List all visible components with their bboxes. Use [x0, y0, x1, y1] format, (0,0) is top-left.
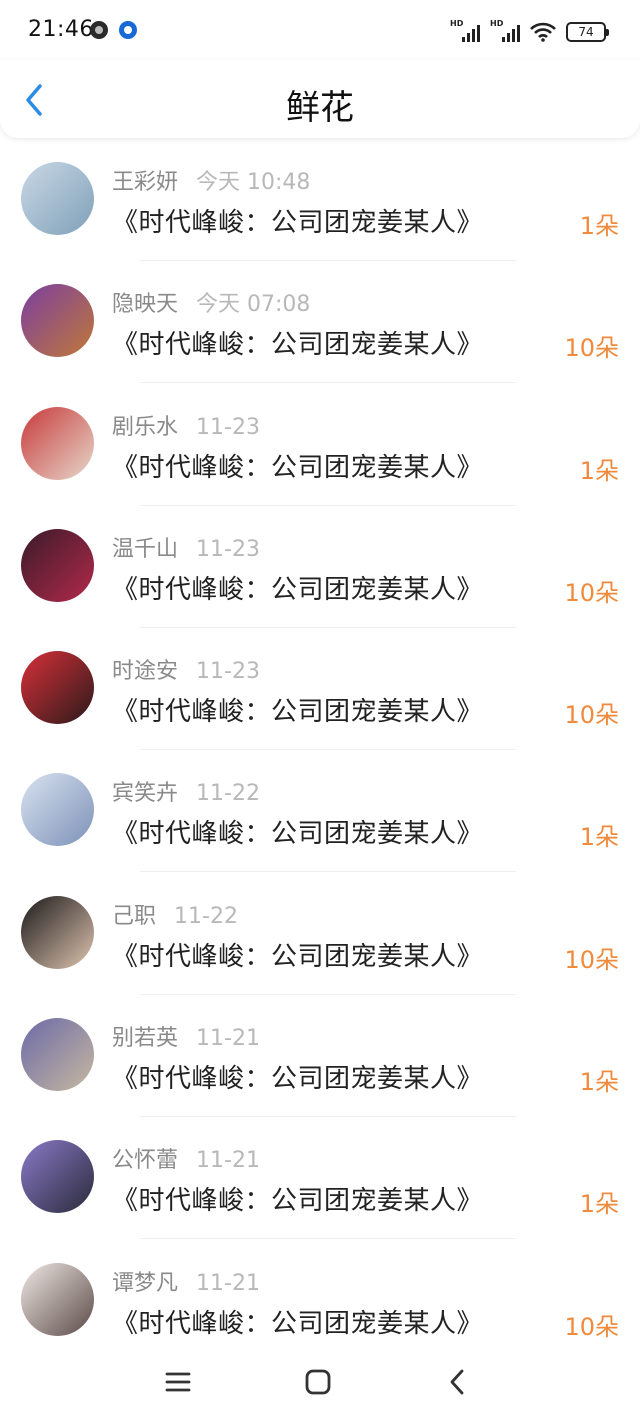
list-item[interactable]: 宾笑卉 11-22 《时代峰峻：公司团宠姜某人》 1朵 [0, 751, 640, 873]
notification-dot-icon [90, 21, 108, 39]
user-name[interactable]: 己职 [112, 904, 156, 929]
gift-time: 11-21 [196, 1148, 260, 1174]
list-item[interactable]: 时途安 11-23 《时代峰峻：公司团宠姜某人》 10朵 [0, 629, 640, 751]
user-name[interactable]: 谭梦凡 [112, 1271, 178, 1296]
flower-count: 1朵 [579, 823, 619, 852]
book-title[interactable]: 《时代峰峻：公司团宠姜某人》 [112, 569, 483, 606]
gift-time: 11-22 [196, 781, 260, 807]
list-item[interactable]: 公怀蕾 11-21 《时代峰峻：公司团宠姜某人》 1朵 [0, 1118, 640, 1240]
user-name[interactable]: 剧乐水 [112, 415, 178, 440]
book-title[interactable]: 《时代峰峻：公司团宠姜某人》 [112, 1303, 483, 1340]
status-time: 21:46 [28, 17, 94, 42]
signal-icon: HD [490, 19, 520, 42]
flower-count: 1朵 [579, 1190, 619, 1219]
avatar[interactable] [21, 406, 94, 480]
app-notification-icon [119, 21, 137, 39]
user-name[interactable]: 时途安 [112, 659, 178, 684]
divider [140, 504, 516, 506]
avatar[interactable] [21, 284, 94, 358]
user-name[interactable]: 温千山 [112, 537, 178, 562]
page-title: 鲜花 [286, 88, 354, 128]
gift-time: 今天 07:08 [196, 292, 311, 318]
avatar[interactable] [21, 1262, 94, 1336]
divider [140, 993, 516, 995]
avatar[interactable] [21, 651, 94, 725]
gift-time: 11-23 [196, 414, 260, 440]
nav-back-button[interactable] [442, 1366, 474, 1398]
list-item[interactable]: 隐映天 今天 07:08 《时代峰峻：公司团宠姜某人》 10朵 [0, 262, 640, 384]
book-title[interactable]: 《时代峰峻：公司团宠姜某人》 [112, 936, 483, 973]
user-name[interactable]: 王彩妍 [112, 170, 178, 195]
avatar[interactable] [21, 895, 94, 969]
flower-count: 10朵 [564, 334, 619, 363]
list-item[interactable]: 温千山 11-23 《时代峰峻：公司团宠姜某人》 10朵 [0, 507, 640, 629]
avatar[interactable] [21, 528, 94, 602]
back-icon [450, 1369, 464, 1395]
avatar[interactable] [21, 162, 94, 235]
divider [140, 626, 516, 628]
list-item[interactable]: 剧乐水 11-23 《时代峰峻：公司团宠姜某人》 1朵 [0, 385, 640, 507]
flower-count: 1朵 [579, 456, 619, 485]
divider [140, 1116, 516, 1118]
book-title[interactable]: 《时代峰峻：公司团宠姜某人》 [112, 691, 483, 728]
battery-icon: 74 [566, 22, 609, 42]
flower-count: 1朵 [579, 1068, 619, 1097]
flower-count: 10朵 [564, 945, 619, 974]
page-header: 鲜花 [0, 60, 640, 138]
avatar[interactable] [21, 1018, 94, 1092]
list-item[interactable]: 己职 11-22 《时代峰峻：公司团宠姜某人》 10朵 [0, 874, 640, 996]
gift-time: 11-21 [196, 1026, 260, 1052]
gift-time: 11-23 [196, 536, 260, 562]
wifi-icon [530, 22, 556, 42]
flower-count: 10朵 [564, 701, 619, 730]
menu-button[interactable] [162, 1366, 194, 1398]
user-name[interactable]: 公怀蕾 [112, 1148, 178, 1173]
home-button[interactable] [302, 1366, 334, 1398]
flower-count: 1朵 [579, 212, 619, 240]
flower-count: 10朵 [564, 578, 619, 607]
divider [140, 260, 516, 261]
menu-icon [165, 1372, 191, 1392]
gift-time: 11-23 [196, 659, 260, 685]
list-item[interactable]: 别若英 11-21 《时代峰峻：公司团宠姜某人》 1朵 [0, 996, 640, 1118]
signal-icon: HD [450, 19, 480, 42]
gift-time: 11-22 [174, 903, 238, 929]
user-name[interactable]: 宾笑卉 [112, 781, 178, 806]
list-item[interactable]: 王彩妍 今天 10:48 《时代峰峻：公司团宠姜某人》 1朵 [0, 140, 640, 262]
gift-time: 今天 10:48 [196, 170, 311, 195]
system-nav-bar [0, 1342, 640, 1422]
flower-count: 10朵 [564, 1312, 619, 1341]
home-icon [305, 1369, 331, 1395]
avatar[interactable] [21, 773, 94, 847]
divider [140, 749, 516, 751]
book-title[interactable]: 《时代峰峻：公司团宠姜某人》 [112, 324, 483, 361]
avatar[interactable] [21, 1140, 94, 1214]
book-title[interactable]: 《时代峰峻：公司团宠姜某人》 [112, 813, 483, 850]
status-icons: HD HD 74 [450, 19, 609, 42]
divider [140, 1238, 516, 1240]
book-title[interactable]: 《时代峰峻：公司团宠姜某人》 [112, 1180, 483, 1217]
divider [140, 871, 516, 873]
book-title[interactable]: 《时代峰峻：公司团宠姜某人》 [112, 202, 483, 239]
gift-time: 11-21 [196, 1270, 260, 1296]
flower-list: 王彩妍 今天 10:48 《时代峰峻：公司团宠姜某人》 1朵 隐映天 今天 07:0… [0, 140, 640, 1363]
status-bar: 21:46 HD HD 74 [0, 0, 640, 60]
divider [140, 382, 516, 384]
user-name[interactable]: 隐映天 [112, 292, 178, 317]
book-title[interactable]: 《时代峰峻：公司团宠姜某人》 [112, 447, 483, 484]
user-name[interactable]: 别若英 [112, 1026, 178, 1051]
book-title[interactable]: 《时代峰峻：公司团宠姜某人》 [112, 1058, 483, 1095]
